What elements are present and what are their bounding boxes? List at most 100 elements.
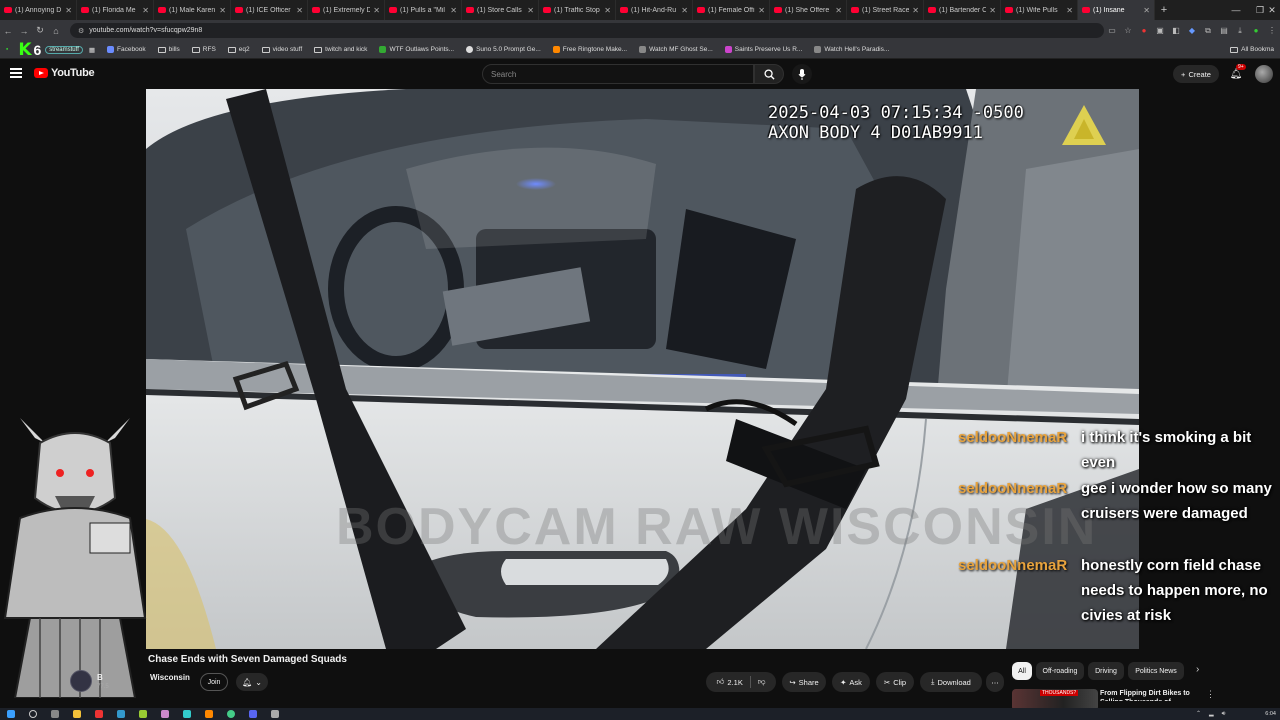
more-actions-button[interactable]: ⋯ [986, 672, 1004, 692]
taskview-icon[interactable] [44, 708, 66, 720]
browser-tab[interactable]: (1) Florida Me ✕ [77, 0, 154, 20]
extension-icon[interactable]: ◆ [1184, 26, 1200, 35]
bookmark-folder[interactable]: bills [152, 46, 186, 53]
browser-tab-active[interactable]: (1) Insane ✕ [1078, 0, 1155, 20]
app-icon[interactable] [198, 708, 220, 720]
browser-tab[interactable]: (1) Male Karen ✕ [154, 0, 231, 20]
browser-tab[interactable]: (1) Female Offi ✕ [693, 0, 770, 20]
bookmark-item[interactable]: Saints Preserve Us R... [719, 46, 809, 53]
close-tab-icon[interactable]: ✕ [296, 6, 303, 15]
cast-icon[interactable]: ▭ [1104, 26, 1120, 35]
bookmark-folder[interactable]: video stuff [256, 46, 309, 53]
channel-name[interactable]: B [97, 673, 103, 682]
close-tab-icon[interactable]: ✕ [1066, 6, 1073, 15]
app-icon[interactable] [110, 708, 132, 720]
browser-tab[interactable]: (1) Bartender C ✕ [924, 0, 1001, 20]
close-tab-icon[interactable]: ✕ [604, 6, 611, 15]
close-tab-icon[interactable]: ✕ [142, 6, 149, 15]
url-field[interactable]: ⚙ youtube.com/watch?v=sfucqpw29n8 [70, 23, 1104, 38]
extension-icon[interactable]: ● [1136, 26, 1152, 35]
voice-search-button[interactable] [792, 64, 812, 84]
bookmark-item[interactable]: Suno 5.0 Prompt Ge... [460, 46, 547, 53]
bookmark-folder[interactable]: twitch and kick [308, 46, 373, 53]
side-panel-icon[interactable]: ▤ [1216, 26, 1232, 35]
browser-tab[interactable]: (1) Wife Pulls ✕ [1001, 0, 1078, 20]
browser-tab[interactable]: (1) Pulls a "Mil ✕ [385, 0, 462, 20]
bookmark-streamstuff[interactable]: streamstuff [45, 45, 83, 54]
app-icon[interactable] [154, 708, 176, 720]
bookmark-item[interactable]: Watch Hell's Paradis... [808, 46, 895, 53]
bookmark-folder[interactable]: eq2 [222, 46, 256, 53]
search-input[interactable]: Search [482, 64, 754, 84]
channel-avatar[interactable] [70, 670, 92, 692]
close-tab-icon[interactable]: ✕ [219, 6, 226, 15]
menu-icon[interactable] [10, 68, 22, 78]
browser-tab[interactable]: (1) Street Race ✕ [847, 0, 924, 20]
close-tab-icon[interactable]: ✕ [989, 6, 996, 15]
chrome-icon[interactable] [220, 708, 242, 720]
extensions-puzzle-icon[interactable]: ⧉ [1200, 26, 1216, 36]
close-window-icon[interactable]: ✕ [1264, 0, 1280, 20]
home-icon[interactable]: ⌂ [48, 26, 64, 36]
close-tab-icon[interactable]: ✕ [373, 6, 380, 15]
extension-icon[interactable]: ◧ [1168, 26, 1184, 35]
chevron-right-icon[interactable]: › [1196, 664, 1199, 675]
search-button[interactable] [754, 64, 784, 84]
more-vertical-icon[interactable]: ⋮ [1206, 689, 1215, 700]
share-button[interactable]: ↪ Share [782, 672, 826, 692]
close-tab-icon[interactable]: ✕ [450, 6, 457, 15]
network-icon[interactable]: ▂ [1209, 708, 1214, 720]
bookmark-item[interactable]: WTF Outlaws Points... [373, 46, 460, 53]
clip-button[interactable]: ✂ Clip [876, 672, 914, 692]
taskbar-clock[interactable]: 6:04 [1265, 708, 1276, 720]
download-button[interactable]: ⤓ Download [920, 672, 982, 692]
minimize-window-icon[interactable]: — [1224, 0, 1248, 20]
close-tab-icon[interactable]: ✕ [758, 6, 765, 15]
reload-icon[interactable]: ↻ [32, 25, 48, 36]
join-button[interactable]: Join [200, 673, 228, 691]
chip-off-roading[interactable]: Off-roading [1036, 662, 1084, 680]
browser-tab[interactable]: (1) Extremely D ✕ [308, 0, 385, 20]
all-bookmarks[interactable]: All Bookma [1224, 46, 1280, 53]
account-avatar[interactable] [1255, 65, 1273, 83]
dislike-button[interactable]: 👎︎ [758, 677, 766, 687]
close-tab-icon[interactable]: ✕ [835, 6, 842, 15]
windows-start-icon[interactable] [0, 708, 22, 720]
related-video-title[interactable]: From Flipping Dirt Bikes to Selling Thou… [1100, 689, 1200, 701]
back-icon[interactable]: ← [0, 26, 16, 36]
apps-grid-icon[interactable]: ▦ [83, 46, 101, 54]
forward-icon[interactable]: → [16, 26, 32, 36]
subscription-notifications-button[interactable]: 🔔︎ ⌄ [236, 673, 268, 691]
app-icon[interactable] [242, 708, 264, 720]
chip-politics-news[interactable]: Politics News [1128, 662, 1184, 680]
app-icon[interactable] [264, 708, 286, 720]
ask-button[interactable]: ✦ Ask [832, 672, 870, 692]
create-button[interactable]: + Create [1173, 65, 1219, 83]
browser-tab[interactable]: (1) Hit-And-Ru ✕ [616, 0, 693, 20]
app-icon[interactable] [132, 708, 154, 720]
chip-all[interactable]: All [1012, 662, 1032, 680]
site-info-icon[interactable]: ⚙ [78, 27, 84, 35]
bookmark-item[interactable]: Watch MF Ghost Se... [633, 46, 719, 53]
bookmark-star-icon[interactable]: ☆ [1120, 26, 1136, 35]
close-tab-icon[interactable]: ✕ [681, 6, 688, 15]
chip-driving[interactable]: Driving [1088, 662, 1124, 680]
browser-tab[interactable]: (1) Annoying D ✕ [0, 0, 77, 20]
browser-tab[interactable]: (1) Store Calls ✕ [462, 0, 539, 20]
profile-icon[interactable]: ● [1248, 26, 1264, 35]
file-explorer-icon[interactable] [66, 708, 88, 720]
close-tab-icon[interactable]: ✕ [1143, 6, 1150, 15]
browser-tab[interactable]: (1) Traffic Stop ✕ [539, 0, 616, 20]
download-icon[interactable]: ⤓ [1232, 26, 1248, 36]
bookmark-apps-icon[interactable]: ▪ [0, 46, 14, 53]
close-tab-icon[interactable]: ✕ [912, 6, 919, 15]
bookmark-folder[interactable]: RFS [186, 46, 222, 53]
app-icon[interactable] [88, 708, 110, 720]
extension-icon[interactable]: ▣ [1152, 26, 1168, 35]
chevron-up-icon[interactable]: ⌃ [1196, 708, 1201, 720]
volume-icon[interactable]: 🔊︎ [1222, 708, 1226, 720]
search-icon[interactable] [22, 708, 44, 720]
browser-tab[interactable]: (1) She Offere ✕ [770, 0, 847, 20]
bookmark-item[interactable]: Facebook [101, 46, 152, 53]
youtube-logo[interactable]: YouTube [34, 67, 95, 79]
